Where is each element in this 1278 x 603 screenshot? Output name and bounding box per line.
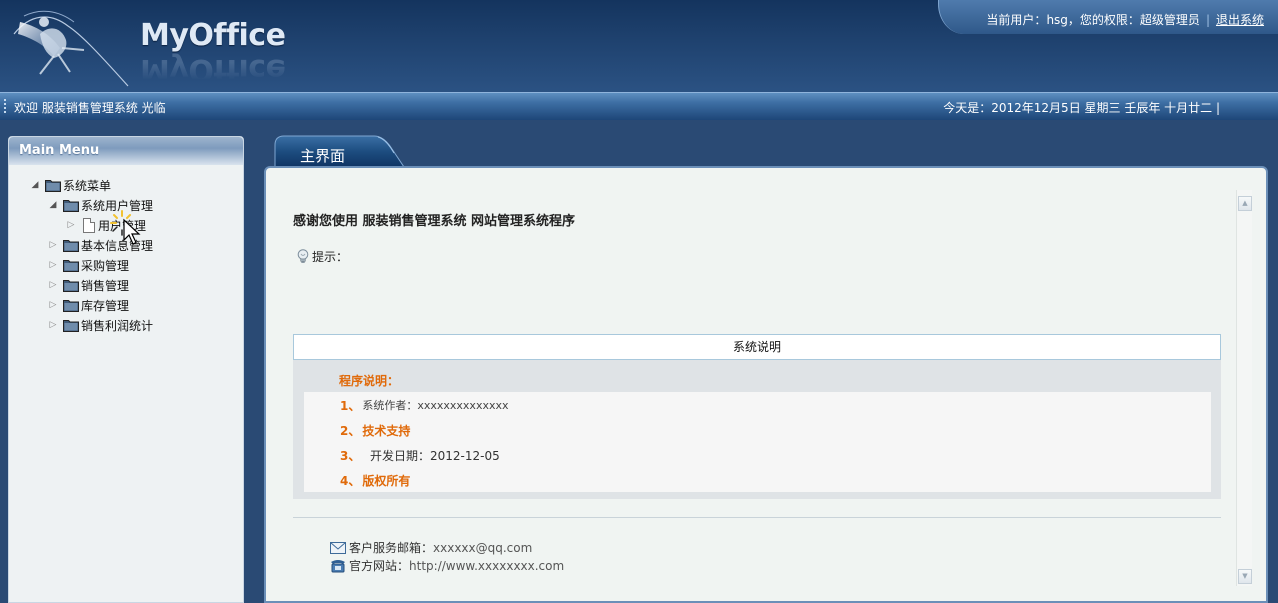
site-value[interactable]: http://www.xxxxxxxx.com	[409, 559, 564, 573]
tree-collapsed-icon[interactable]: ▷	[47, 260, 59, 270]
divider	[293, 517, 1221, 518]
list-item-number: 1、	[340, 398, 361, 413]
folder-icon	[63, 280, 79, 292]
phone-icon	[331, 559, 345, 572]
status-bar: 欢迎 服装销售管理系统 光临 今天是：2012年12月5日 星期三 壬辰年 十月…	[0, 92, 1278, 120]
tree-item-label: 库存管理	[81, 298, 130, 313]
tree-expanded-icon[interactable]: ◢	[47, 200, 59, 210]
list-item: 1、 系统作者：xxxxxxxxxxxxxx	[340, 395, 509, 415]
tree-item-purchase-management[interactable]: ▷ 采购管理	[47, 255, 129, 275]
busy-cursor-icon	[110, 210, 141, 245]
scroll-up-button[interactable]: ▲	[1238, 196, 1252, 211]
folder-icon	[63, 300, 79, 312]
status-grip	[4, 99, 6, 113]
list-item-text: 系统作者：xxxxxxxxxxxxxx	[362, 399, 509, 412]
vertical-scrollbar[interactable]: ▲ ▼	[1236, 190, 1252, 586]
folder-icon	[63, 320, 79, 332]
list-item-number: 2、	[340, 423, 361, 438]
list-item-text: 技术支持	[362, 423, 411, 438]
user-info-bar: 当前用户：hsg，您的权限：超级管理员 | 退出系统	[938, 0, 1278, 34]
tree-collapsed-icon[interactable]: ▷	[47, 300, 59, 310]
tree-expanded-icon[interactable]: ◢	[29, 180, 41, 190]
list-item-number: 4、	[340, 473, 361, 488]
tip-label: 提示：	[312, 250, 349, 264]
scroll-down-button[interactable]: ▼	[1238, 569, 1252, 584]
welcome-text: 欢迎 服装销售管理系统 光临	[14, 101, 166, 115]
logout-link[interactable]: 退出系统	[1216, 13, 1264, 27]
app-title-reflection: MyOffice	[140, 52, 286, 87]
current-username: hsg	[1046, 13, 1068, 27]
tip-row: 提示：	[297, 248, 348, 265]
user-role-text: ，您的权限：超级管理员	[1067, 13, 1200, 27]
email-value[interactable]: xxxxxx@qq.com	[433, 541, 532, 555]
tree-item-sales-profit-statistics[interactable]: ▷ 销售利润统计	[47, 315, 153, 335]
date-text: 今天是：2012年12月5日 星期三 壬辰年 十月廿二 |	[943, 101, 1220, 115]
program-description-title: 程序说明：	[339, 374, 400, 388]
folder-icon	[45, 180, 61, 192]
page-heading: 感谢您使用 服装销售管理系统 网站管理系统程序	[293, 214, 576, 229]
main-content-panel: ▲ ▼ 感谢您使用 服装销售管理系统 网站管理系统程序 提示： 系统说明 程序说…	[264, 166, 1268, 603]
logo-graphic-icon	[13, 10, 129, 87]
description-list: 1、 系统作者：xxxxxxxxxxxxxx 2、 技术支持 3、 开发日期：2…	[304, 392, 1211, 492]
site-label: 官方网站：	[349, 559, 410, 573]
email-label: 客户服务邮箱：	[349, 541, 434, 555]
page-icon	[83, 217, 95, 233]
tree-item-system-menu[interactable]: ◢ 系统菜单	[29, 175, 111, 195]
tree-collapsed-icon[interactable]: ▷	[47, 240, 59, 250]
contact-email-row: 客户服务邮箱： xxxxxx@qq.com	[330, 539, 532, 556]
list-item: 2、 技术支持	[340, 420, 410, 440]
tree-collapsed-icon[interactable]: ▷	[65, 220, 77, 230]
list-item: 3、 开发日期：2012-12-05	[340, 445, 500, 465]
tab-main-label: 主界面	[300, 147, 346, 165]
app-header: MyOffice MyOffice 当前用户：hsg，您的权限：超级管理员 | 退出…	[0, 0, 1278, 92]
tree-item-inventory-management[interactable]: ▷ 库存管理	[47, 295, 129, 315]
tree-item-label: 销售利润统计	[81, 318, 154, 333]
tree-item-label: 采购管理	[81, 258, 130, 273]
system-description-header: 系统说明	[293, 334, 1221, 360]
tree-item-label: 系统菜单	[63, 178, 112, 193]
envelope-icon	[330, 541, 346, 554]
tree-collapsed-icon[interactable]: ▷	[47, 280, 59, 290]
list-item-text: 开发日期：2012-12-05	[362, 448, 500, 463]
folder-icon	[63, 260, 79, 272]
list-item: 4、 版权所有	[340, 470, 410, 490]
list-item-text: 版权所有	[362, 473, 411, 488]
main-menu-panel: Main Menu ◢ 系统菜单 ◢ 系统用户管理 ▷ 用户管理 ▷ 基本信息管…	[8, 136, 244, 603]
app-title: MyOffice	[140, 18, 286, 53]
folder-icon	[63, 240, 79, 252]
system-description-box: 系统说明 程序说明： 1、 系统作者：xxxxxxxxxxxxxx 2、 技术支…	[293, 334, 1221, 499]
folder-icon	[63, 200, 79, 212]
separator: |	[1205, 13, 1210, 27]
tree-item-sales-management[interactable]: ▷ 销售管理	[47, 275, 129, 295]
tree-item-label: 销售管理	[81, 278, 130, 293]
tree-collapsed-icon[interactable]: ▷	[47, 320, 59, 330]
lightbulb-icon	[297, 249, 309, 263]
contact-site-row: 官方网站： http://www.xxxxxxxx.com	[330, 557, 564, 574]
main-menu-title: Main Menu	[9, 137, 243, 165]
current-user-prefix: 当前用户：	[986, 13, 1047, 27]
list-item-number: 3、	[340, 448, 361, 463]
